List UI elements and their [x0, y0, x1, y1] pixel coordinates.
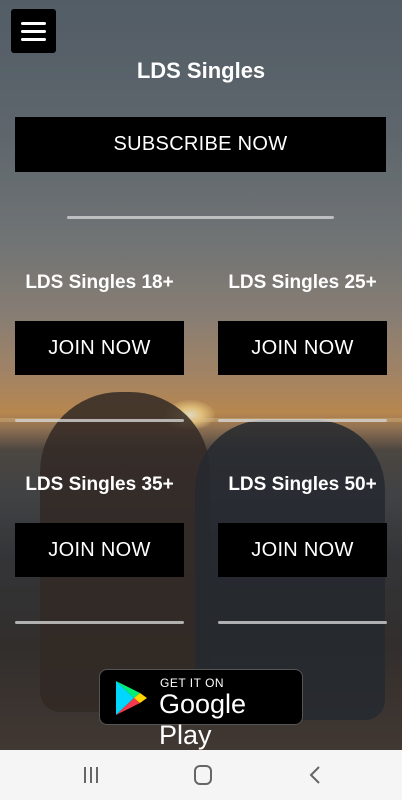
- join-now-button-25[interactable]: JOIN NOW: [218, 321, 387, 375]
- divider: [15, 621, 184, 624]
- divider: [218, 621, 387, 624]
- group-title-25: LDS Singles 25+: [228, 272, 377, 293]
- divider: [67, 216, 334, 219]
- google-play-small-text: GET IT ON: [160, 676, 225, 690]
- join-now-button-18[interactable]: JOIN NOW: [15, 321, 184, 375]
- group-title-50: LDS Singles 50+: [228, 474, 377, 495]
- google-play-badge[interactable]: GET IT ON Google Play: [99, 669, 303, 750]
- page-title: LDS Singles: [136, 58, 266, 83]
- group-title-18: LDS Singles 18+: [25, 272, 174, 293]
- background-photo: [0, 0, 402, 750]
- google-play-big-text: Google Play: [159, 689, 247, 750]
- home-icon[interactable]: [188, 762, 218, 788]
- hamburger-menu-button[interactable]: [11, 9, 56, 53]
- back-icon[interactable]: [300, 762, 330, 788]
- menu-bar: [21, 22, 46, 25]
- system-navigation-bar: [0, 750, 402, 800]
- google-play-logo-icon: [116, 681, 147, 715]
- group-title-35: LDS Singles 35+: [25, 474, 174, 495]
- join-now-button-50[interactable]: JOIN NOW: [218, 523, 387, 577]
- recent-apps-icon[interactable]: [76, 762, 106, 788]
- divider: [218, 419, 387, 422]
- menu-bar: [21, 38, 46, 41]
- menu-bar: [21, 30, 46, 33]
- divider: [15, 419, 184, 422]
- join-now-button-35[interactable]: JOIN NOW: [15, 523, 184, 577]
- subscribe-now-button[interactable]: SUBSCRIBE NOW: [15, 117, 386, 172]
